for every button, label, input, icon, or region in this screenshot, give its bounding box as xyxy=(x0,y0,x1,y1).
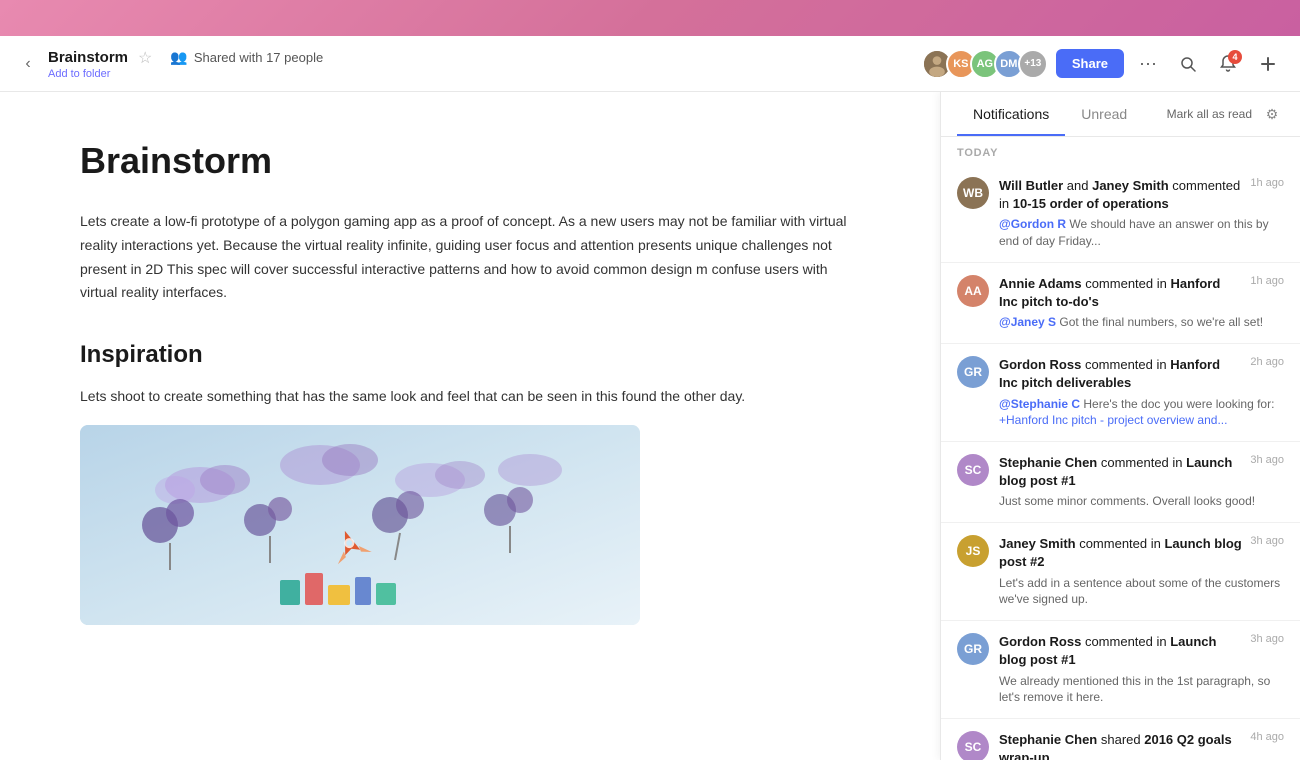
notification-content: Gordon Ross commented in Hanford Inc pit… xyxy=(999,356,1284,429)
notification-names: Annie Adams commented in Hanford Inc pit… xyxy=(999,275,1250,311)
more-options-button[interactable]: ··· xyxy=(1132,48,1164,80)
notifications-button[interactable]: 4 xyxy=(1212,48,1244,80)
notification-names: Gordon Ross commented in Launch blog pos… xyxy=(999,633,1250,669)
notification-time: 3h ago xyxy=(1250,535,1284,547)
notifications-header-right: Mark all as read ⚙ xyxy=(1167,102,1284,126)
notification-message: @Janey S Got the final numbers, so we're… xyxy=(999,314,1284,331)
header-right: KS AG DM +13 Share ··· 4 xyxy=(922,48,1284,80)
add-to-folder-link[interactable]: Add to folder xyxy=(48,68,323,80)
header: ‹ Brainstorm ☆ 👥 Shared with 17 people A… xyxy=(0,36,1300,92)
list-item[interactable]: GR Gordon Ross commented in Launch blog … xyxy=(941,621,1300,719)
tab-unread[interactable]: Unread xyxy=(1065,92,1143,136)
notification-message: Just some minor comments. Overall looks … xyxy=(999,493,1284,510)
notification-content: Gordon Ross commented in Launch blog pos… xyxy=(999,633,1284,706)
notification-content: Janey Smith commented in Launch blog pos… xyxy=(999,535,1284,608)
document-heading: Brainstorm xyxy=(80,140,860,182)
notifications-list: TODAY WB Will Butler and Janey Smith com… xyxy=(941,137,1300,760)
list-item[interactable]: SC Stephanie Chen commented in Launch bl… xyxy=(941,442,1300,523)
notifications-header: Notifications Unread Mark all as read ⚙ xyxy=(941,92,1300,137)
main-layout: Brainstorm Lets create a low-fi prototyp… xyxy=(0,92,1300,760)
tab-notifications[interactable]: Notifications xyxy=(957,92,1065,136)
search-button[interactable] xyxy=(1172,48,1204,80)
back-button[interactable]: ‹ xyxy=(16,52,40,76)
notification-time: 1h ago xyxy=(1250,177,1284,189)
people-icon: 👥 xyxy=(170,49,187,66)
avatar: JS xyxy=(957,535,989,567)
document-body-p2: Lets shoot to create something that has … xyxy=(80,385,860,409)
header-left: ‹ Brainstorm ☆ 👥 Shared with 17 people A… xyxy=(16,48,922,80)
notifications-tabs: Notifications Unread xyxy=(957,92,1143,136)
notification-time: 3h ago xyxy=(1250,633,1284,645)
notification-top-line: Stephanie Chen shared 2016 Q2 goals wrap… xyxy=(999,731,1284,760)
notifications-settings-icon[interactable]: ⚙ xyxy=(1260,102,1284,126)
notification-time: 4h ago xyxy=(1250,731,1284,743)
notification-content: Stephanie Chen commented in Launch blog … xyxy=(999,454,1284,510)
today-label: TODAY xyxy=(941,137,1300,165)
notifications-panel: Notifications Unread Mark all as read ⚙ … xyxy=(940,92,1300,760)
notification-names: Janey Smith commented in Launch blog pos… xyxy=(999,535,1250,571)
notification-names: Stephanie Chen commented in Launch blog … xyxy=(999,454,1250,490)
document-area: Brainstorm Lets create a low-fi prototyp… xyxy=(0,92,940,760)
create-new-button[interactable] xyxy=(1252,48,1284,80)
notification-top-line: Gordon Ross commented in Hanford Inc pit… xyxy=(999,356,1284,392)
avatar: GR xyxy=(957,356,989,388)
notification-message: @Gordon R We should have an answer on th… xyxy=(999,216,1284,250)
notification-top-line: Janey Smith commented in Launch blog pos… xyxy=(999,535,1284,571)
avatar-group: KS AG DM +13 xyxy=(922,49,1048,79)
notification-names: Stephanie Chen shared 2016 Q2 goals wrap… xyxy=(999,731,1250,760)
notification-top-line: Stephanie Chen commented in Launch blog … xyxy=(999,454,1284,490)
top-bar xyxy=(0,0,1300,36)
list-item[interactable]: JS Janey Smith commented in Launch blog … xyxy=(941,523,1300,621)
share-button[interactable]: Share xyxy=(1056,49,1124,78)
avatar-count: +13 xyxy=(1018,49,1048,79)
list-item[interactable]: SC Stephanie Chen shared 2016 Q2 goals w… xyxy=(941,719,1300,760)
shared-text: Shared with 17 people xyxy=(194,50,323,65)
notification-time: 1h ago xyxy=(1250,275,1284,287)
doc-title-section: Brainstorm ☆ 👥 Shared with 17 people Add… xyxy=(48,48,323,80)
document-title: Brainstorm xyxy=(48,49,128,66)
avatar: SC xyxy=(957,731,989,760)
mark-all-read-button[interactable]: Mark all as read xyxy=(1167,107,1252,121)
notification-message: @Stephanie C Here's the doc you were loo… xyxy=(999,396,1284,430)
list-item[interactable]: AA Annie Adams commented in Hanford Inc … xyxy=(941,263,1300,344)
avatar: WB xyxy=(957,177,989,209)
document-section-title: Inspiration xyxy=(80,341,860,369)
notification-content: Annie Adams commented in Hanford Inc pit… xyxy=(999,275,1284,331)
shared-people-section: 👥 Shared with 17 people xyxy=(170,49,323,66)
notification-content: Stephanie Chen shared 2016 Q2 goals wrap… xyxy=(999,731,1284,760)
notification-top-line: Will Butler and Janey Smith commented in… xyxy=(999,177,1284,213)
notification-time: 2h ago xyxy=(1250,356,1284,368)
list-item[interactable]: GR Gordon Ross commented in Hanford Inc … xyxy=(941,344,1300,442)
avatar: SC xyxy=(957,454,989,486)
avatar: AA xyxy=(957,275,989,307)
avatar: GR xyxy=(957,633,989,665)
notification-badge: 4 xyxy=(1228,50,1242,64)
notification-content: Will Butler and Janey Smith commented in… xyxy=(999,177,1284,250)
star-icon[interactable]: ☆ xyxy=(138,48,152,68)
notification-top-line: Annie Adams commented in Hanford Inc pit… xyxy=(999,275,1284,311)
list-item[interactable]: WB Will Butler and Janey Smith commented… xyxy=(941,165,1300,263)
document-image: GeoBlast xyxy=(80,425,640,625)
notification-message: We already mentioned this in the 1st par… xyxy=(999,673,1284,707)
notification-time: 3h ago xyxy=(1250,454,1284,466)
notification-names: Will Butler and Janey Smith commented in… xyxy=(999,177,1250,213)
document-body-p1: Lets create a low-fi prototype of a poly… xyxy=(80,210,860,305)
notification-message: Let's add in a sentence about some of th… xyxy=(999,575,1284,609)
notification-top-line: Gordon Ross commented in Launch blog pos… xyxy=(999,633,1284,669)
notification-names: Gordon Ross commented in Hanford Inc pit… xyxy=(999,356,1250,392)
